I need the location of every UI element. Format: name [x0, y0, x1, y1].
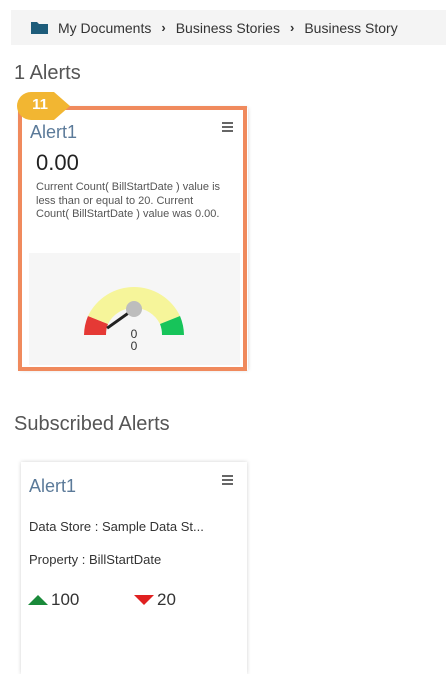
- upper-threshold: 100: [28, 590, 79, 610]
- folder-icon: [31, 22, 48, 34]
- alert-card[interactable]: Alert1 0.00 Current Count( BillStartDate…: [20, 108, 248, 370]
- step-badge: 11: [16, 90, 72, 124]
- lower-threshold-value: 20: [157, 590, 176, 609]
- data-store-row: Data Store : Sample Data St...: [29, 519, 204, 534]
- arrow-up-icon: [28, 595, 48, 605]
- upper-threshold-value: 100: [51, 590, 80, 609]
- alert-card-title[interactable]: Alert1: [30, 122, 77, 143]
- chevron-right-icon: ›: [289, 20, 295, 35]
- gauge-hub: [126, 301, 142, 317]
- alerts-count-heading: 1 Alerts: [14, 62, 81, 84]
- menu-icon[interactable]: [222, 122, 233, 132]
- subscribed-alerts-heading: Subscribed Alerts: [14, 413, 170, 435]
- breadcrumb-my-documents[interactable]: My Documents: [58, 20, 151, 36]
- step-badge-number: 11: [32, 96, 48, 113]
- chevron-right-icon: ›: [161, 20, 166, 35]
- lower-threshold: 20: [134, 590, 176, 610]
- arrow-down-icon: [134, 595, 154, 605]
- alert-description: Current Count( BillStartDate ) value is …: [36, 181, 221, 220]
- breadcrumb: My Documents › Business Stories › Busine…: [11, 10, 446, 45]
- breadcrumb-business-story[interactable]: Business Story: [304, 20, 397, 36]
- gauge-chart: 0 0: [84, 287, 184, 353]
- subscribed-alert-card[interactable]: Alert1 Data Store : Sample Data St... Pr…: [21, 462, 247, 674]
- subscribed-alert-title[interactable]: Alert1: [29, 476, 76, 497]
- gauge-min-label: 0: [131, 339, 138, 353]
- menu-icon[interactable]: [222, 475, 233, 485]
- alert-value: 0.00: [36, 150, 79, 175]
- gauge-panel: 0 0: [29, 253, 240, 365]
- property-row: Property : BillStartDate: [29, 552, 162, 567]
- breadcrumb-business-stories[interactable]: Business Stories: [176, 20, 280, 36]
